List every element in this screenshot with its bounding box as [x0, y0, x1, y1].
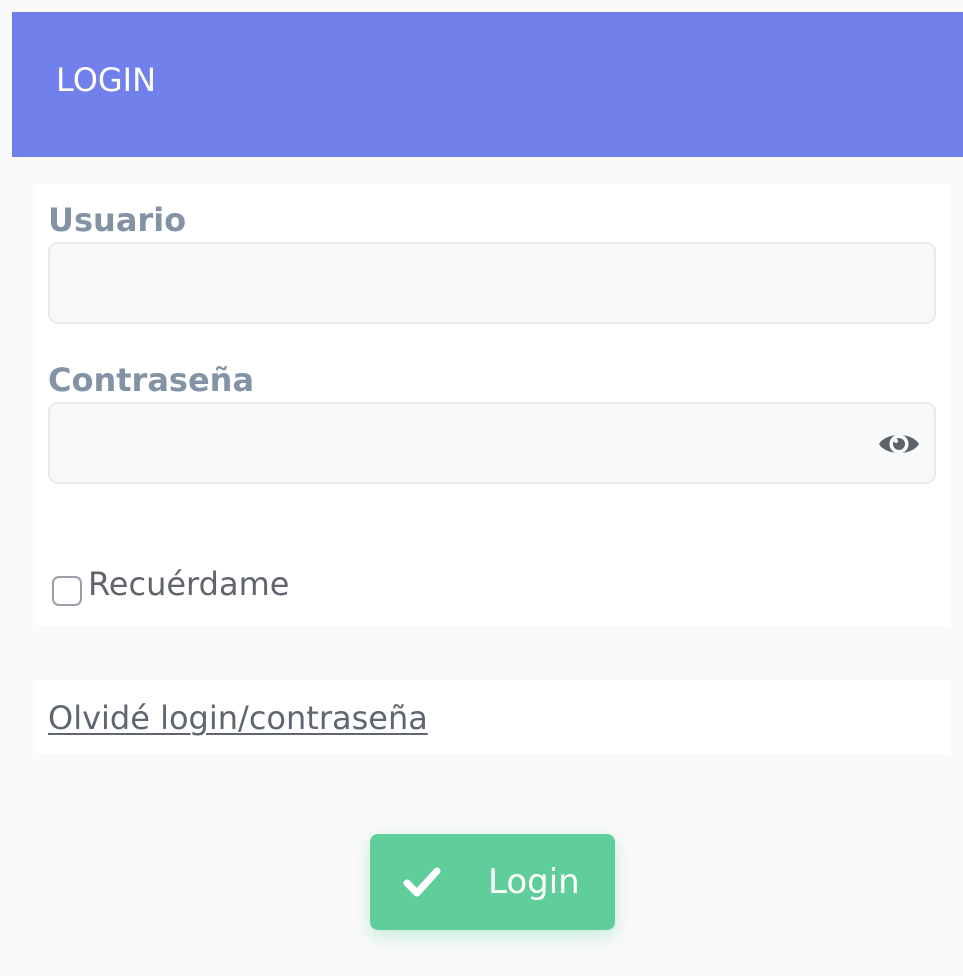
- check-icon: [403, 867, 441, 897]
- login-button-label: Login: [488, 862, 580, 902]
- eye-icon[interactable]: [878, 428, 920, 460]
- remember-label[interactable]: Recuérdame: [88, 564, 289, 604]
- username-label: Usuario: [48, 201, 187, 239]
- password-label: Contraseña: [48, 361, 255, 399]
- remember-me: Recuérdame: [52, 564, 289, 606]
- login-form: Usuario Contraseña Recuérdame: [36, 184, 949, 626]
- login-button[interactable]: Login: [370, 834, 615, 930]
- password-field-container: [48, 402, 936, 484]
- login-header: LOGIN: [12, 12, 963, 157]
- forgot-panel: Olvidé login/contraseña: [36, 680, 949, 754]
- login-page: LOGIN Usuario Contraseña Recuérdame Olvi…: [0, 0, 963, 976]
- username-input[interactable]: [50, 244, 934, 322]
- page-title: LOGIN: [56, 61, 157, 99]
- forgot-password-link[interactable]: Olvidé login/contraseña: [48, 698, 428, 738]
- username-field-container: [48, 242, 936, 324]
- remember-checkbox[interactable]: [52, 576, 82, 606]
- password-input[interactable]: [50, 404, 934, 482]
